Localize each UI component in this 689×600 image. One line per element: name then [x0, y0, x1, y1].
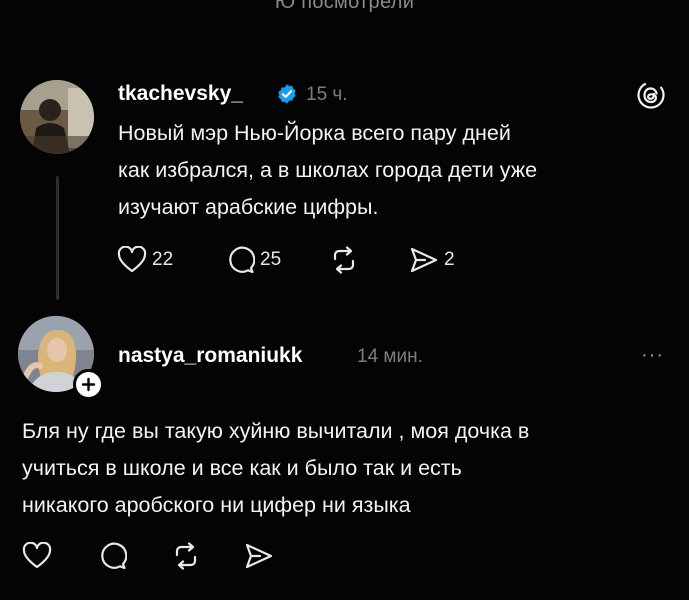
thread-connector-line — [56, 176, 59, 300]
repost-button[interactable] — [329, 246, 359, 274]
like-count: 22 — [152, 249, 174, 270]
post-text-line-3: изучают арабские цифры. — [118, 195, 379, 219]
comment-icon — [229, 246, 255, 274]
share-count: 2 — [444, 249, 455, 270]
verified-icon — [278, 84, 296, 104]
send-icon — [410, 247, 438, 273]
repost-icon — [175, 542, 197, 570]
plus-icon — [81, 377, 96, 392]
post-username[interactable]: tkachevsky_ — [118, 82, 243, 106]
follow-button[interactable] — [73, 369, 104, 400]
post-text-line-2: как избрался, а в школах города дети уже — [118, 158, 538, 182]
like-button[interactable]: 22 — [117, 246, 173, 274]
more-options-button[interactable]: ··· — [641, 344, 664, 367]
reply-button[interactable]: 25 — [227, 246, 281, 274]
post-author-avatar[interactable] — [20, 80, 94, 154]
threads-logo-icon[interactable] — [637, 81, 665, 109]
repost-icon — [333, 246, 355, 274]
heart-icon — [22, 542, 52, 569]
reply-count: 25 — [260, 249, 282, 270]
post-timestamp: 15 ч. — [306, 84, 348, 105]
post-text-line-1: Новый мэр Нью-Йорка всего пару дней — [118, 121, 511, 145]
reply-repost-button[interactable] — [171, 542, 201, 570]
heart-icon — [117, 246, 147, 273]
comment-icon — [101, 542, 127, 570]
reply-comment-button[interactable] — [99, 542, 127, 570]
reply-share-button[interactable] — [244, 542, 274, 570]
reply-like-button[interactable] — [22, 542, 52, 570]
send-icon — [245, 543, 273, 569]
reply-timestamp: 14 мин. — [357, 346, 423, 367]
reply-username[interactable]: nastya_romaniukk — [118, 344, 302, 368]
reply-text-line-2: учиться в школе и все как и было так и е… — [22, 456, 462, 480]
views-count-text: Ю посмотрели — [274, 0, 415, 13]
share-button[interactable]: 2 — [409, 246, 455, 274]
reply-text-line-1: Бля ну где вы такую хуйню вычитали , моя… — [22, 419, 530, 443]
reply-text-line-3: никакого аробского ни цифер ни языка — [22, 493, 411, 517]
